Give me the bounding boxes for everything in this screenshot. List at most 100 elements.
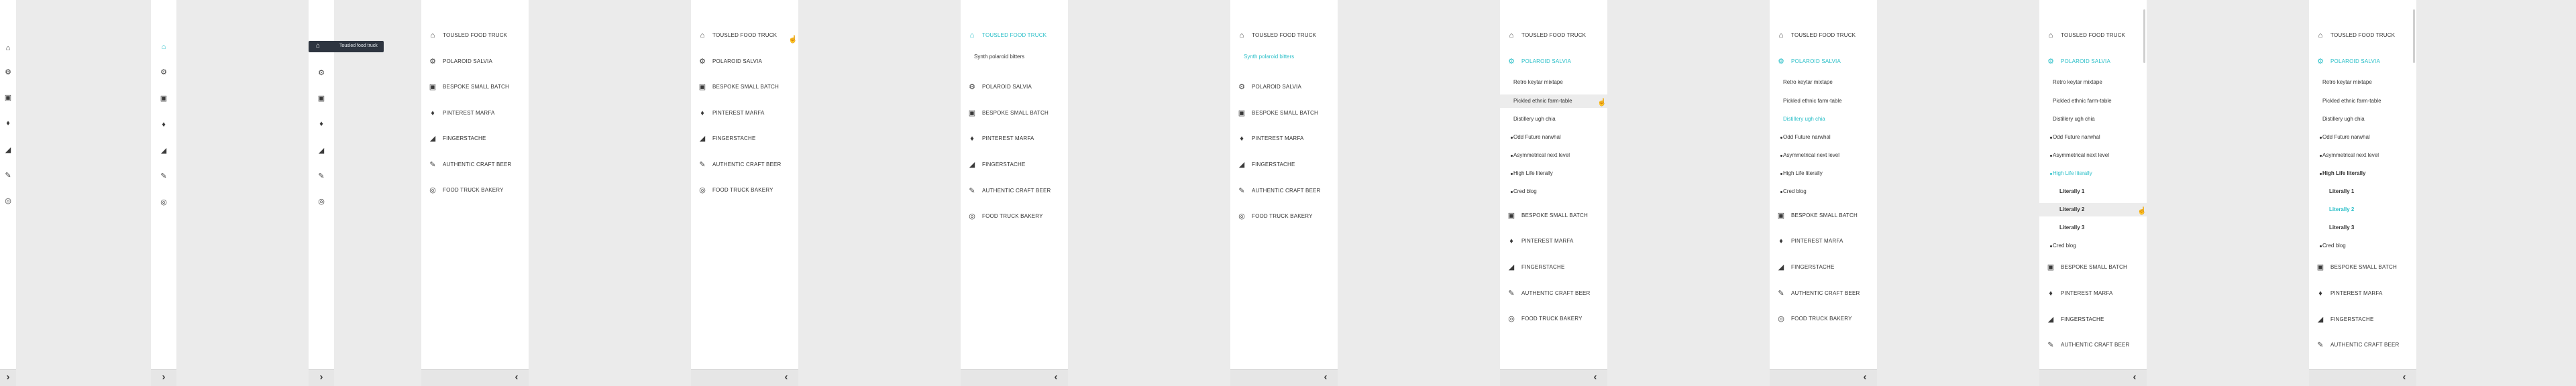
sub-item-highlife[interactable]: High Life literally (1513, 170, 1553, 176)
sub-item-highlife[interactable]: High Life literally (2053, 170, 2092, 176)
sub-item-asym[interactable]: Asymmetrical next level (2322, 152, 2379, 158)
nav-item-toulses[interactable]: Tousled food truck (1252, 32, 1316, 38)
nav-item-toulses[interactable]: Tousled food truck (1521, 32, 1586, 38)
sub-item-synth[interactable]: Synth polaroid bitters (1244, 54, 1294, 60)
nav-item-bespoke[interactable]: Bespoke small batch (2061, 264, 2127, 270)
collapse-chevron-icon[interactable]: ‹ (511, 372, 522, 383)
nav-item-fingerstache[interactable]: Fingerstache (443, 135, 486, 141)
collapse-chevron-icon[interactable]: ‹ (2129, 372, 2140, 383)
nav-item-pinterest[interactable]: Pinterest marfa (443, 110, 495, 116)
expand-chevron-icon[interactable]: › (158, 372, 169, 383)
nav-item-polaroid[interactable]: Polaroid salvia (712, 58, 762, 64)
nav-item-polaroid[interactable]: Polaroid salvia (2330, 58, 2380, 64)
nav-item-pinterest[interactable]: Pinterest marfa (712, 110, 765, 116)
briefcase-icon[interactable]: ▣ (317, 94, 326, 103)
nav-item-bespoke[interactable]: Bespoke small batch (443, 84, 509, 90)
collapse-chevron-icon[interactable]: ‹ (1590, 372, 1601, 383)
expand-chevron-icon[interactable]: › (316, 372, 327, 383)
nav-item-bespoke[interactable]: Bespoke small batch (1252, 110, 1318, 116)
nav-item-toulses[interactable]: Tousled food truck (2330, 32, 2395, 38)
briefcase-icon[interactable]: ▣ (159, 94, 168, 103)
nav-item-pinterest[interactable]: Pinterest marfa (2061, 290, 2113, 296)
nav-item-polaroid[interactable]: Polaroid salvia (1791, 58, 1841, 64)
sub-item-lit3[interactable]: Literally 3 (2059, 224, 2084, 231)
drop-icon[interactable]: ♦ (159, 120, 168, 129)
nav-item-bespoke[interactable]: Bespoke small batch (1791, 212, 1858, 218)
lifering-icon[interactable]: ◎ (317, 197, 326, 206)
sub-item-odd[interactable]: Odd Future narwhal (2053, 134, 2100, 140)
nav-item-bespoke[interactable]: Bespoke small batch (982, 110, 1049, 116)
briefcase-icon[interactable]: ▣ (3, 93, 13, 103)
sub-item-distillery[interactable]: Distillery ugh chia (2322, 116, 2365, 122)
lifering-icon[interactable]: ◎ (3, 196, 13, 206)
sub-item-retro[interactable]: Retro keytar mixtape (2322, 79, 2372, 85)
collapse-chevron-icon[interactable]: ‹ (1860, 372, 1870, 383)
sub-item-highlife[interactable]: High Life literally (2322, 170, 2365, 176)
sub-item-cred[interactable]: Cred blog (1513, 188, 1537, 194)
collapse-chevron-icon[interactable]: ‹ (1051, 372, 1061, 383)
sub-item-odd[interactable]: Odd Future narwhal (2322, 134, 2370, 140)
sub-item-cred[interactable]: Cred blog (2053, 243, 2076, 249)
nav-item-pinterest[interactable]: Pinterest marfa (1252, 135, 1304, 141)
nav-item-fingerstache[interactable]: Fingerstache (2330, 316, 2373, 322)
pencil-icon[interactable]: ✎ (3, 171, 13, 180)
nav-item-polaroid[interactable]: Polaroid salvia (1252, 84, 1301, 90)
drop-icon[interactable]: ♦ (3, 119, 13, 128)
sub-item-retro[interactable]: Retro keytar mixtape (1513, 79, 1563, 85)
collapse-chevron-icon[interactable]: ‹ (781, 372, 792, 383)
sub-item-lit2[interactable]: Literally 2 (2329, 206, 2354, 212)
nav-item-bakery[interactable]: Food truck bakery (1252, 213, 1313, 219)
nav-item-pinterest[interactable]: Pinterest marfa (2330, 290, 2383, 296)
expand-chevron-icon[interactable]: › (3, 372, 13, 383)
sub-item-asym[interactable]: Asymmetrical next level (1513, 152, 1570, 158)
nav-item-polaroid[interactable]: Polaroid salvia (2061, 58, 2110, 64)
sub-item-pickled[interactable]: Pickled ethnic farm-table (2053, 98, 2112, 104)
sub-item-lit1[interactable]: Literally 1 (2329, 188, 2354, 194)
nav-item-fingerstache[interactable]: Fingerstache (1521, 264, 1564, 270)
settings-icon[interactable]: ⚙ (3, 68, 13, 77)
nav-item-fingerstache[interactable]: Fingerstache (712, 135, 755, 141)
collapse-chevron-icon[interactable]: ‹ (1320, 372, 1331, 383)
sub-item-odd[interactable]: Odd Future narwhal (1783, 134, 1831, 140)
nav-item-polaroid[interactable]: Polaroid salvia (982, 84, 1032, 90)
nav-item-polaroid[interactable]: Polaroid salvia (1521, 58, 1571, 64)
nav-item-fingerstache[interactable]: Fingerstache (1252, 162, 1295, 168)
sub-item-distillery[interactable]: Distillery ugh chia (1513, 116, 1556, 122)
nav-item-craft[interactable]: Authentic craft beer (443, 162, 512, 168)
nav-item-toulses[interactable]: Tousled food truck (443, 32, 507, 38)
settings-icon[interactable]: ⚙ (317, 68, 326, 78)
chart-icon[interactable]: ◢ (3, 145, 13, 155)
pencil-icon[interactable]: ✎ (159, 172, 168, 181)
chart-icon[interactable]: ◢ (317, 146, 326, 155)
sub-item-pickled[interactable]: Pickled ethnic farm-table (1513, 98, 1572, 104)
sub-item-pickled[interactable]: Pickled ethnic farm-table (2322, 98, 2381, 104)
nav-item-bakery[interactable]: Food truck bakery (712, 187, 773, 193)
nav-item-polaroid[interactable]: Polaroid salvia (443, 58, 492, 64)
chart-icon[interactable]: ◢ (159, 146, 168, 155)
sub-item-lit3[interactable]: Literally 3 (2329, 224, 2354, 231)
nav-item-bakery[interactable]: Food truck bakery (1791, 316, 1852, 322)
sub-item-odd[interactable]: Odd Future narwhal (1513, 134, 1561, 140)
settings-icon[interactable]: ⚙ (159, 68, 168, 77)
sub-item-cred[interactable]: Cred blog (1783, 188, 1807, 194)
nav-item-bakery[interactable]: Food truck bakery (1521, 316, 1582, 322)
nav-item-bespoke[interactable]: Bespoke small batch (712, 84, 779, 90)
pencil-icon[interactable]: ✎ (317, 172, 326, 181)
home-icon[interactable]: ⌂ (3, 44, 13, 53)
nav-item-pinterest[interactable]: Pinterest marfa (1791, 238, 1843, 244)
nav-item-toulses[interactable]: Tousled food truck (712, 32, 777, 38)
sub-item-highlife[interactable]: High Life literally (1783, 170, 1823, 176)
sub-item-distillery[interactable]: Distillery ugh chia (1783, 116, 1825, 122)
nav-item-pinterest[interactable]: Pinterest marfa (982, 135, 1034, 141)
nav-item-bakery[interactable]: Food truck bakery (443, 187, 504, 193)
lifering-icon[interactable]: ◎ (159, 198, 168, 207)
nav-item-fingerstache[interactable]: Fingerstache (2061, 316, 2104, 322)
sub-item-lit2[interactable]: Literally 2 (2059, 206, 2084, 212)
nav-item-fingerstache[interactable]: Fingerstache (1791, 264, 1834, 270)
nav-item-craft[interactable]: Authentic craft beer (982, 188, 1051, 194)
nav-item-bespoke[interactable]: Bespoke small batch (1521, 212, 1588, 218)
nav-item-craft[interactable]: Authentic craft beer (1791, 290, 1860, 296)
nav-item-craft[interactable]: Authentic craft beer (1252, 188, 1321, 194)
nav-item-pinterest[interactable]: Pinterest marfa (1521, 238, 1574, 244)
sub-item-pickled[interactable]: Pickled ethnic farm-table (1783, 98, 1842, 104)
